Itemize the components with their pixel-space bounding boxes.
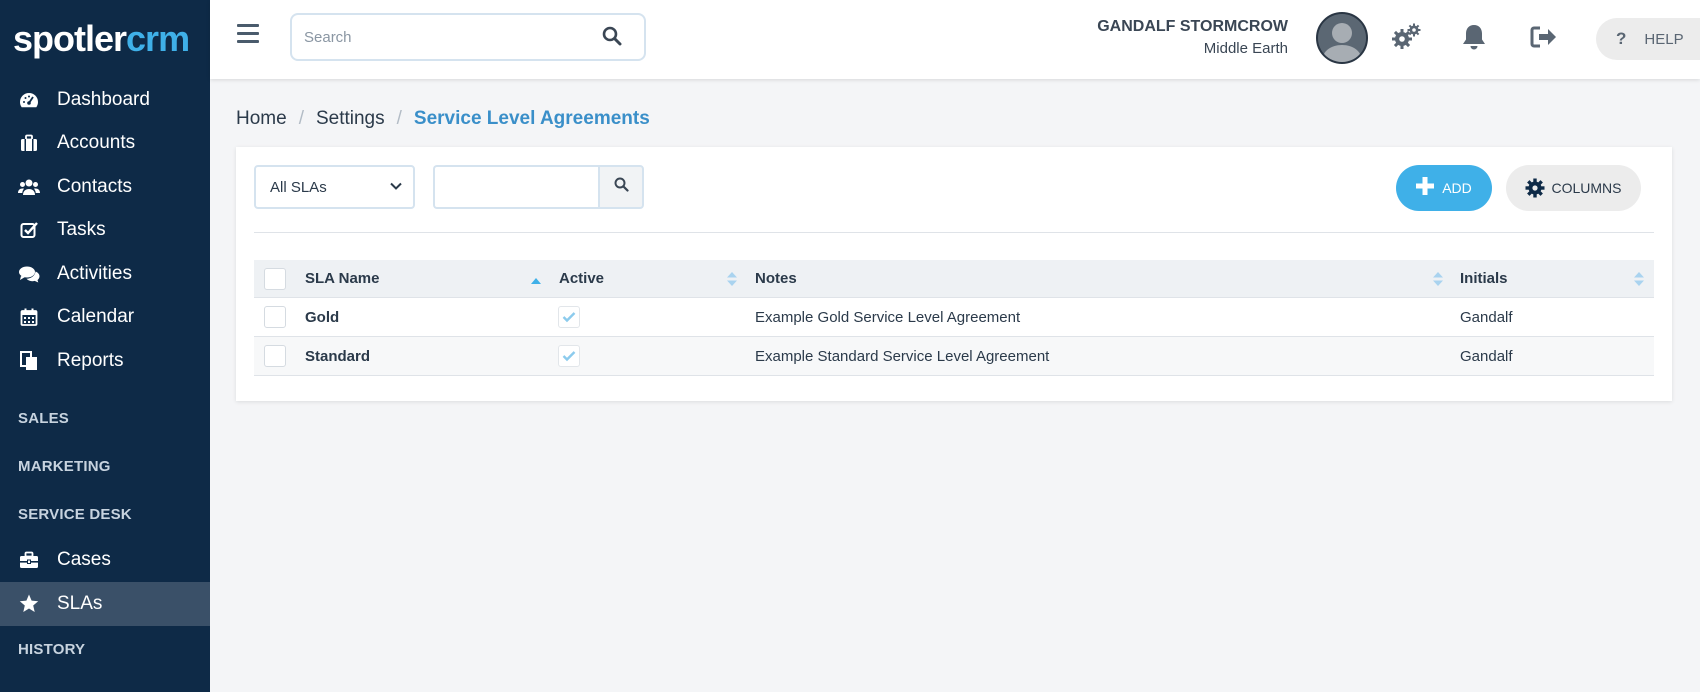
sort-icon[interactable]: [1633, 271, 1645, 291]
active-check-icon: [558, 345, 580, 367]
question-icon: ?: [1616, 29, 1627, 48]
notes-cell: Example Standard Service Level Agreement: [755, 347, 1050, 365]
breadcrumb-settings[interactable]: Settings: [316, 108, 385, 130]
sidebar-item-label: Tasks: [57, 219, 106, 241]
sla-name[interactable]: Standard: [305, 337, 370, 375]
help-button[interactable]: ? HELP: [1596, 18, 1700, 60]
star-icon: [18, 593, 40, 615]
sort-ascending-icon[interactable]: [530, 273, 542, 290]
select-all-checkbox[interactable]: [264, 267, 286, 290]
bell-icon[interactable]: [1457, 20, 1491, 54]
columns-button[interactable]: COLUMNS: [1506, 165, 1641, 211]
sla-table: SLA Name Active Notes Initials Gold Exam…: [254, 260, 1654, 376]
divider: [254, 232, 1654, 233]
add-label: ADD: [1442, 180, 1472, 196]
table-header: SLA Name Active Notes Initials: [254, 260, 1654, 298]
sidebar-section-sales[interactable]: SALES: [0, 395, 210, 443]
sidebar-item-dashboard[interactable]: Dashboard: [0, 78, 210, 122]
active-cell: [558, 298, 580, 336]
briefcase-icon: [18, 132, 40, 154]
plus-icon: [1416, 176, 1435, 200]
user-info[interactable]: GANDALF STORMCROW Middle Earth: [1097, 18, 1288, 57]
column-header-initials[interactable]: Initials: [1460, 260, 1508, 297]
sla-filter-select[interactable]: All SLAs: [254, 165, 415, 209]
top-header: GANDALF STORMCROW Middle Earth ? HELP: [210, 0, 1700, 79]
sign-out-icon[interactable]: [1527, 20, 1561, 54]
search-icon[interactable]: [602, 26, 622, 51]
list-search-input[interactable]: [433, 165, 601, 209]
active-check-icon: [558, 306, 580, 328]
sla-filter-value: All SLAs: [270, 178, 327, 196]
breadcrumb-current: Service Level Agreements: [413, 108, 650, 129]
column-header-notes[interactable]: Notes: [755, 260, 797, 297]
row-select-cell: [264, 298, 286, 336]
search-icon: [614, 177, 629, 197]
sidebar-item-label: Reports: [57, 349, 124, 371]
notes-cell: Example Gold Service Level Agreement: [755, 308, 1021, 326]
calendar-icon: [18, 306, 40, 328]
initials-cell: Gandalf: [1460, 347, 1513, 365]
documents-icon: [18, 350, 40, 372]
chevron-down-icon: [389, 179, 403, 197]
table-row[interactable]: Gold Example Gold Service Level Agreemen…: [254, 298, 1654, 337]
sidebar-item-label: Dashboard: [57, 88, 150, 110]
logo[interactable]: spotler crm: [0, 0, 210, 78]
sidebar-item-reports[interactable]: Reports: [0, 339, 210, 383]
gear-icon: [1525, 178, 1545, 198]
select-all-cell: [264, 260, 286, 297]
breadcrumb-separator: /: [396, 108, 402, 129]
sidebar-item-label: Calendar: [57, 306, 135, 328]
gears-icon[interactable]: [1390, 20, 1424, 54]
breadcrumb-home[interactable]: Home: [236, 108, 287, 130]
sidebar-section-service-desk[interactable]: SERVICE DESK: [0, 491, 210, 539]
table-row[interactable]: Standard Example Standard Service Level …: [254, 337, 1654, 376]
dashboard-icon: [18, 89, 40, 111]
sidebar-item-slas[interactable]: SLAs: [0, 582, 210, 626]
list-search-button[interactable]: [598, 165, 644, 209]
toolbox-icon: [18, 549, 40, 571]
row-checkbox[interactable]: [264, 306, 286, 328]
sidebar-item-label: Cases: [57, 549, 111, 571]
users-icon: [18, 176, 40, 198]
sidebar-item-contacts[interactable]: Contacts: [0, 165, 210, 209]
column-header-sla-name[interactable]: SLA Name: [305, 260, 379, 297]
sidebar: spotler crm Dashboard Accounts Contacts T…: [0, 0, 210, 692]
sidebar-item-label: SLAs: [57, 592, 103, 614]
sidebar-item-label: Accounts: [57, 132, 136, 154]
sidebar-item-accounts[interactable]: Accounts: [0, 122, 210, 166]
sla-name[interactable]: Gold: [305, 298, 339, 336]
add-button[interactable]: ADD: [1396, 165, 1492, 211]
sidebar-item-label: Contacts: [57, 175, 132, 197]
checkbox-icon: [18, 219, 40, 241]
sidebar-section-marketing[interactable]: MARKETING: [0, 443, 210, 491]
sidebar-item-calendar[interactable]: Calendar: [0, 296, 210, 340]
avatar[interactable]: [1316, 12, 1368, 64]
sort-icon[interactable]: [1432, 271, 1444, 291]
global-search: [290, 13, 646, 61]
column-header-active[interactable]: Active: [559, 260, 604, 297]
sidebar-section-history[interactable]: HISTORY: [0, 626, 210, 674]
user-organization: Middle Earth: [1203, 40, 1288, 57]
user-name: GANDALF STORMCROW: [1097, 18, 1288, 35]
help-label: HELP: [1644, 30, 1684, 48]
sidebar-item-cases[interactable]: Cases: [0, 539, 210, 583]
sidebar-item-tasks[interactable]: Tasks: [0, 209, 210, 253]
sidebar-item-label: Activities: [57, 262, 132, 284]
logo-text-spotler: spotler: [13, 18, 127, 59]
sort-icon[interactable]: [726, 271, 738, 291]
columns-label: COLUMNS: [1551, 180, 1622, 196]
logo-text-crm: crm: [126, 18, 190, 59]
sidebar-item-activities[interactable]: Activities: [0, 252, 210, 296]
hamburger-menu-icon[interactable]: [237, 24, 259, 46]
breadcrumb-separator: /: [298, 108, 304, 129]
breadcrumb: Home / Settings / Service Level Agreemen…: [236, 108, 650, 130]
row-select-cell: [264, 337, 286, 375]
search-input[interactable]: [292, 15, 582, 59]
active-cell: [558, 337, 580, 375]
sla-list-panel: All SLAs ADD COLUMNS SLA Name Active Not…: [236, 147, 1672, 401]
row-checkbox[interactable]: [264, 345, 286, 367]
comments-icon: [18, 263, 40, 285]
initials-cell: Gandalf: [1460, 308, 1513, 326]
